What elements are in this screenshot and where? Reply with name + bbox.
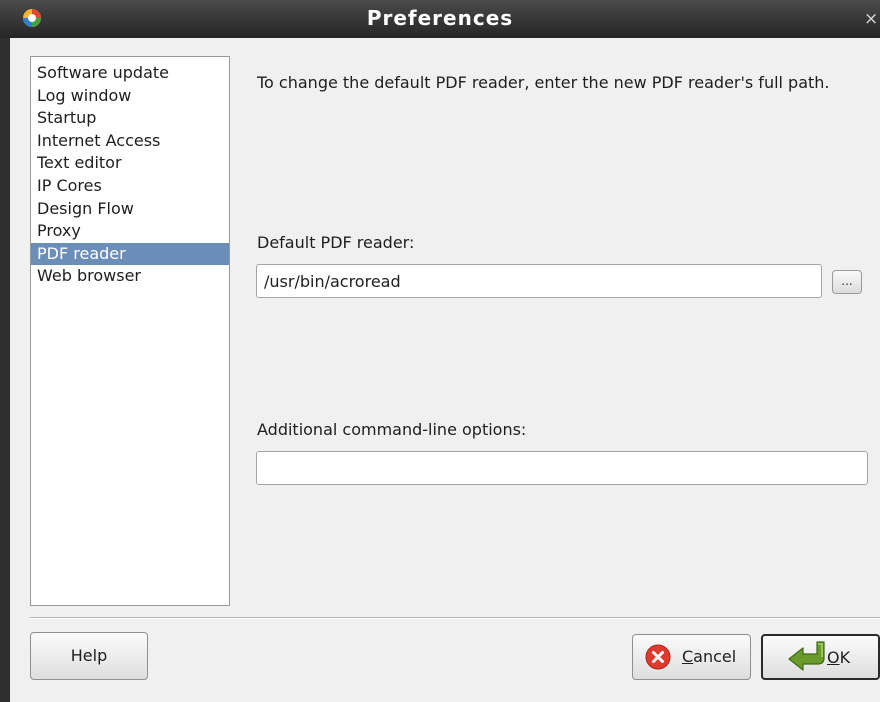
cancel-mnemonic: C xyxy=(682,647,694,666)
dialog-title: Preferences xyxy=(366,6,514,30)
window-left-edge xyxy=(0,38,10,702)
cancel-button[interactable]: Cancel xyxy=(632,634,751,680)
sidebar-item-ip-cores[interactable]: IP Cores xyxy=(31,175,229,198)
preferences-category-list[interactable]: Software update Log window Startup Inter… xyxy=(30,56,230,606)
cancel-label-rest: ancel xyxy=(693,647,737,666)
command-line-options-input[interactable] xyxy=(256,451,868,485)
sidebar-item-proxy[interactable]: Proxy xyxy=(31,220,229,243)
ok-label-rest: K xyxy=(839,648,851,667)
browse-button[interactable]: ... xyxy=(832,270,862,294)
sidebar-item-design-flow[interactable]: Design Flow xyxy=(31,198,229,221)
button-separator xyxy=(30,617,880,619)
ok-arrow-icon xyxy=(788,641,825,671)
default-pdf-reader-input[interactable] xyxy=(256,264,822,298)
sidebar-item-pdf-reader[interactable]: PDF reader xyxy=(31,242,229,266)
sidebar-item-web-browser[interactable]: Web browser xyxy=(31,265,229,288)
preferences-dialog: Preferences × Software update Log window… xyxy=(0,0,880,702)
sidebar-item-startup[interactable]: Startup xyxy=(31,107,229,130)
command-line-options-label: Additional command-line options: xyxy=(257,420,527,439)
sidebar-item-log-window[interactable]: Log window xyxy=(31,85,229,108)
sidebar-item-internet-access[interactable]: Internet Access xyxy=(31,130,229,153)
title-bar[interactable]: Preferences × xyxy=(0,0,880,38)
ok-button-label: OK xyxy=(827,648,850,667)
ok-button[interactable]: OK xyxy=(761,634,880,680)
sidebar-item-software-update[interactable]: Software update xyxy=(31,62,229,85)
default-pdf-reader-label: Default PDF reader: xyxy=(257,233,415,252)
sidebar-item-text-editor[interactable]: Text editor xyxy=(31,152,229,175)
help-button[interactable]: Help xyxy=(30,632,148,680)
cancel-x-icon xyxy=(645,644,671,670)
pdf-reader-description: To change the default PDF reader, enter … xyxy=(257,73,830,92)
close-icon[interactable]: × xyxy=(864,8,880,30)
cancel-button-label: Cancel xyxy=(682,647,736,666)
ok-mnemonic: O xyxy=(827,648,840,667)
